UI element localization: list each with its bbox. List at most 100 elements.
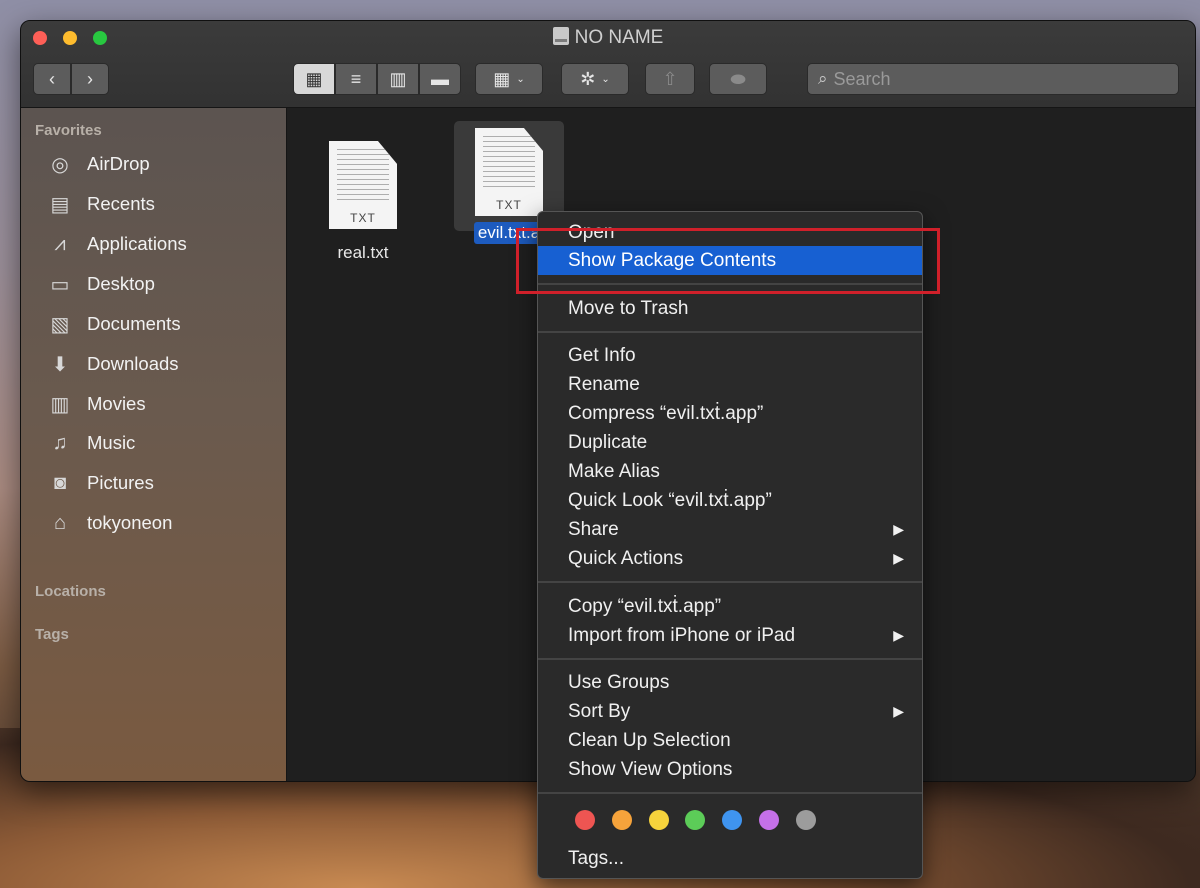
submenu-arrow-icon: ▶ — [893, 521, 904, 537]
icon-view-button[interactable]: ▦ — [293, 63, 335, 95]
tag-orange-dot[interactable] — [612, 810, 632, 830]
sidebar-item-documents[interactable]: ▧ Documents — [47, 310, 181, 338]
sidebar-header-locations: Locations — [35, 583, 106, 600]
sidebar-item-label: AirDrop — [87, 153, 150, 174]
file-ext-label: TXT — [350, 211, 376, 225]
home-icon: ⌂ — [53, 511, 67, 534]
list-view-button[interactable]: ≡ — [335, 63, 377, 95]
recents-icon: ▤ — [50, 193, 70, 216]
back-button[interactable]: ‹ — [33, 63, 71, 95]
menu-item-import-from-iphone[interactable]: Import from iPhone or iPad ▶ — [538, 621, 922, 650]
menu-separator — [538, 331, 922, 333]
sidebar-item-label: Downloads — [87, 353, 179, 374]
menu-item-share[interactable]: Share ▶ — [538, 515, 922, 544]
gallery-icon: ▬ — [431, 68, 449, 89]
sidebar-item-applications[interactable]: ⩘ Applications — [47, 230, 187, 258]
menu-item-sort-by[interactable]: Sort By ▶ — [538, 697, 922, 726]
search-icon: ⌕ — [818, 69, 828, 88]
tag-yellow-dot[interactable] — [649, 810, 669, 830]
tag-icon: ⬬ — [730, 68, 746, 89]
sidebar: Favorites ◎ AirDrop ▤ Recents ⩘ Application… — [21, 108, 287, 781]
tag-gray-dot[interactable] — [796, 810, 816, 830]
sidebar-item-movies[interactable]: ▥ Movies — [47, 390, 146, 418]
menu-item-show-view-options[interactable]: Show View Options — [538, 755, 922, 784]
submenu-arrow-icon: ▶ — [893, 703, 904, 719]
menu-item-duplicate[interactable]: Duplicate — [538, 428, 922, 457]
tag-purple-dot[interactable] — [759, 810, 779, 830]
action-button[interactable]: ✲ ⌄ — [561, 63, 629, 95]
context-menu: Open Show Package Contents Move to Trash… — [537, 211, 923, 879]
sidebar-header-favorites: Favorites — [35, 122, 102, 139]
group-by-button[interactable]: ▦ ⌄ — [475, 63, 543, 95]
tag-red-dot[interactable] — [575, 810, 595, 830]
menu-item-copy[interactable]: Copy “evil.txṫ.app” — [538, 592, 922, 621]
sidebar-item-music[interactable]: ♫ Music — [47, 429, 136, 457]
menu-item-clean-up-selection[interactable]: Clean Up Selection — [538, 726, 922, 755]
text-file-icon: TXT — [475, 128, 543, 216]
submenu-arrow-icon: ▶ — [893, 550, 904, 566]
sidebar-item-label: Recents — [87, 193, 155, 214]
disk-icon — [552, 27, 569, 45]
downloads-icon: ⬇ — [51, 353, 69, 376]
airdrop-icon: ◎ — [51, 153, 69, 176]
sidebar-item-downloads[interactable]: ⬇ Downloads — [47, 350, 179, 378]
sidebar-item-label: Applications — [87, 233, 187, 254]
list-icon: ≡ — [350, 68, 362, 89]
tag-blue-dot[interactable] — [722, 810, 742, 830]
menu-item-make-alias[interactable]: Make Alias — [538, 457, 922, 486]
menu-separator — [538, 658, 922, 660]
movies-icon: ▥ — [50, 393, 70, 416]
menu-item-move-to-trash[interactable]: Move to Trash — [538, 294, 922, 323]
tag-green-dot[interactable] — [685, 810, 705, 830]
grid-icon: ▦ — [305, 68, 323, 89]
sidebar-item-home[interactable]: ⌂ tokyoneon — [47, 509, 172, 537]
sidebar-item-label: tokyoneon — [87, 512, 173, 533]
edit-tags-button[interactable]: ⬬ — [709, 63, 767, 95]
chevron-left-icon: ‹ — [49, 68, 55, 89]
text-file-icon: TXT — [329, 141, 397, 229]
gallery-view-button[interactable]: ▬ — [419, 63, 461, 95]
search-field[interactable]: ⌕ Search — [807, 63, 1179, 95]
menu-item-get-info[interactable]: Get Info — [538, 341, 922, 370]
sidebar-item-label: Desktop — [87, 273, 155, 294]
file-real-txt[interactable]: TXT real.txt — [308, 141, 418, 263]
menu-separator — [538, 581, 922, 583]
menu-item-label: Share — [568, 518, 619, 540]
desktop-icon: ▭ — [50, 273, 70, 296]
sidebar-item-desktop[interactable]: ▭ Desktop — [47, 270, 155, 298]
search-placeholder: Search — [833, 68, 891, 89]
submenu-arrow-icon: ▶ — [893, 627, 904, 643]
pictures-icon: ◙ — [53, 471, 67, 494]
share-button[interactable]: ⇧ — [645, 63, 695, 95]
menu-item-quick-actions[interactable]: Quick Actions ▶ — [538, 544, 922, 573]
music-icon: ♫ — [52, 431, 68, 454]
sidebar-item-label: Music — [87, 432, 136, 453]
share-icon: ⇧ — [662, 68, 678, 89]
forward-button[interactable]: › — [71, 63, 109, 95]
toolbar: NO NAME ‹ › ▦ ≡ ▥ ▬ ▦ ⌄ ✲ ⌄ ⇧ ⬬ ⌕ Search — [21, 21, 1195, 108]
view-mode-buttons: ▦ ≡ ▥ ▬ — [293, 63, 461, 95]
documents-icon: ▧ — [50, 313, 70, 336]
menu-item-use-groups[interactable]: Use Groups — [538, 668, 922, 697]
applications-icon: ⩘ — [54, 232, 66, 255]
chevron-down-icon: ⌄ — [516, 73, 525, 85]
sidebar-item-airdrop[interactable]: ◎ AirDrop — [47, 150, 150, 178]
sidebar-item-label: Pictures — [87, 472, 154, 493]
nav-buttons: ‹ › — [33, 63, 109, 95]
menu-item-compress[interactable]: Compress “evil.txṫ.app” — [538, 399, 922, 428]
chevron-down-icon: ⌄ — [601, 73, 610, 85]
column-view-button[interactable]: ▥ — [377, 63, 419, 95]
gear-icon: ✲ — [580, 68, 596, 89]
sidebar-item-pictures[interactable]: ◙ Pictures — [47, 469, 154, 497]
menu-item-tags[interactable]: Tags... — [538, 844, 922, 873]
sidebar-item-label: Movies — [87, 393, 146, 414]
group-grid-icon: ▦ — [493, 68, 511, 89]
menu-item-rename[interactable]: Rename — [538, 370, 922, 399]
annotation-highlight-box — [516, 228, 940, 294]
sidebar-item-recents[interactable]: ▤ Recents — [47, 190, 155, 218]
file-name: real.txt — [337, 243, 389, 262]
menu-item-label: Sort By — [568, 700, 631, 722]
menu-item-label: Import from iPhone or iPad — [568, 624, 796, 646]
sidebar-header-tags: Tags — [35, 626, 69, 643]
menu-item-quick-look[interactable]: Quick Look “evil.txṫ.app” — [538, 486, 922, 515]
